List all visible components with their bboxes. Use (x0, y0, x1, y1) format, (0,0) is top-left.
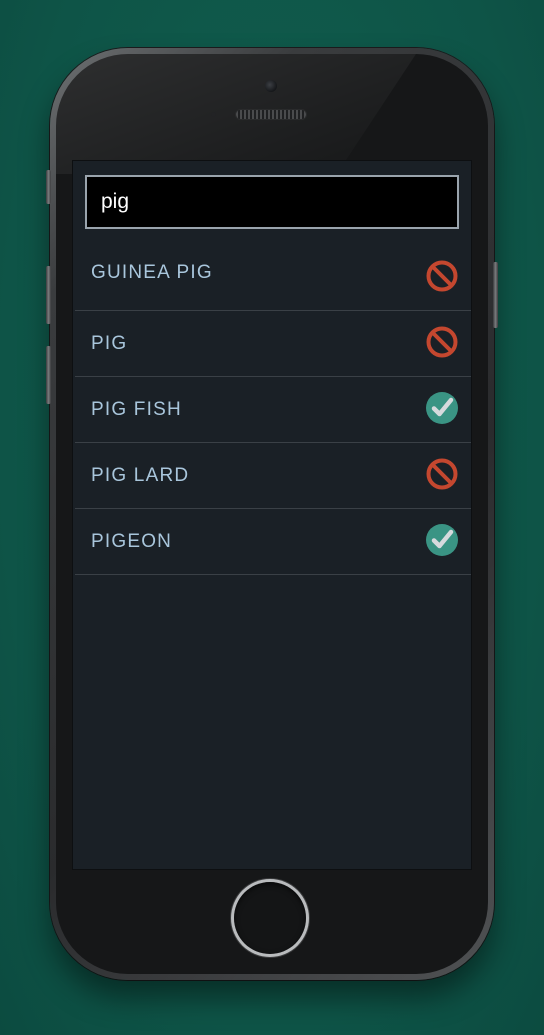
item-label: PIG FISH (91, 399, 182, 420)
item-label: PIGEON (91, 531, 173, 552)
home-button[interactable] (234, 882, 306, 954)
item-label: PIG (91, 333, 128, 354)
item-label: PIG LARD (91, 465, 190, 486)
forbidden-icon (425, 259, 459, 293)
list-item[interactable]: PIG (75, 311, 471, 377)
volume-up-button (46, 266, 51, 324)
stage-background: GUINEA PIG PIG PIG FISH PIG LARD PIGEON (0, 0, 544, 1035)
proximity-sensor (211, 112, 216, 117)
check-icon (425, 523, 459, 557)
app-screen: GUINEA PIG PIG PIG FISH PIG LARD PIGEON (72, 160, 472, 870)
power-button (493, 262, 498, 328)
item-label: GUINEA PIG (91, 262, 213, 283)
list-item[interactable]: GUINEA PIG (75, 245, 471, 311)
search-input[interactable] (85, 175, 459, 229)
silent-switch (46, 170, 51, 204)
forbidden-icon (425, 325, 459, 359)
check-icon (425, 391, 459, 425)
list-item[interactable]: PIG LARD (75, 443, 471, 509)
list-item[interactable]: PIG FISH (75, 377, 471, 443)
earpiece-speaker (236, 110, 306, 119)
results-list: GUINEA PIG PIG PIG FISH PIG LARD PIGEON (75, 245, 471, 575)
front-camera (265, 80, 277, 92)
forbidden-icon (425, 457, 459, 491)
volume-down-button (46, 346, 51, 404)
list-item[interactable]: PIGEON (75, 509, 471, 575)
